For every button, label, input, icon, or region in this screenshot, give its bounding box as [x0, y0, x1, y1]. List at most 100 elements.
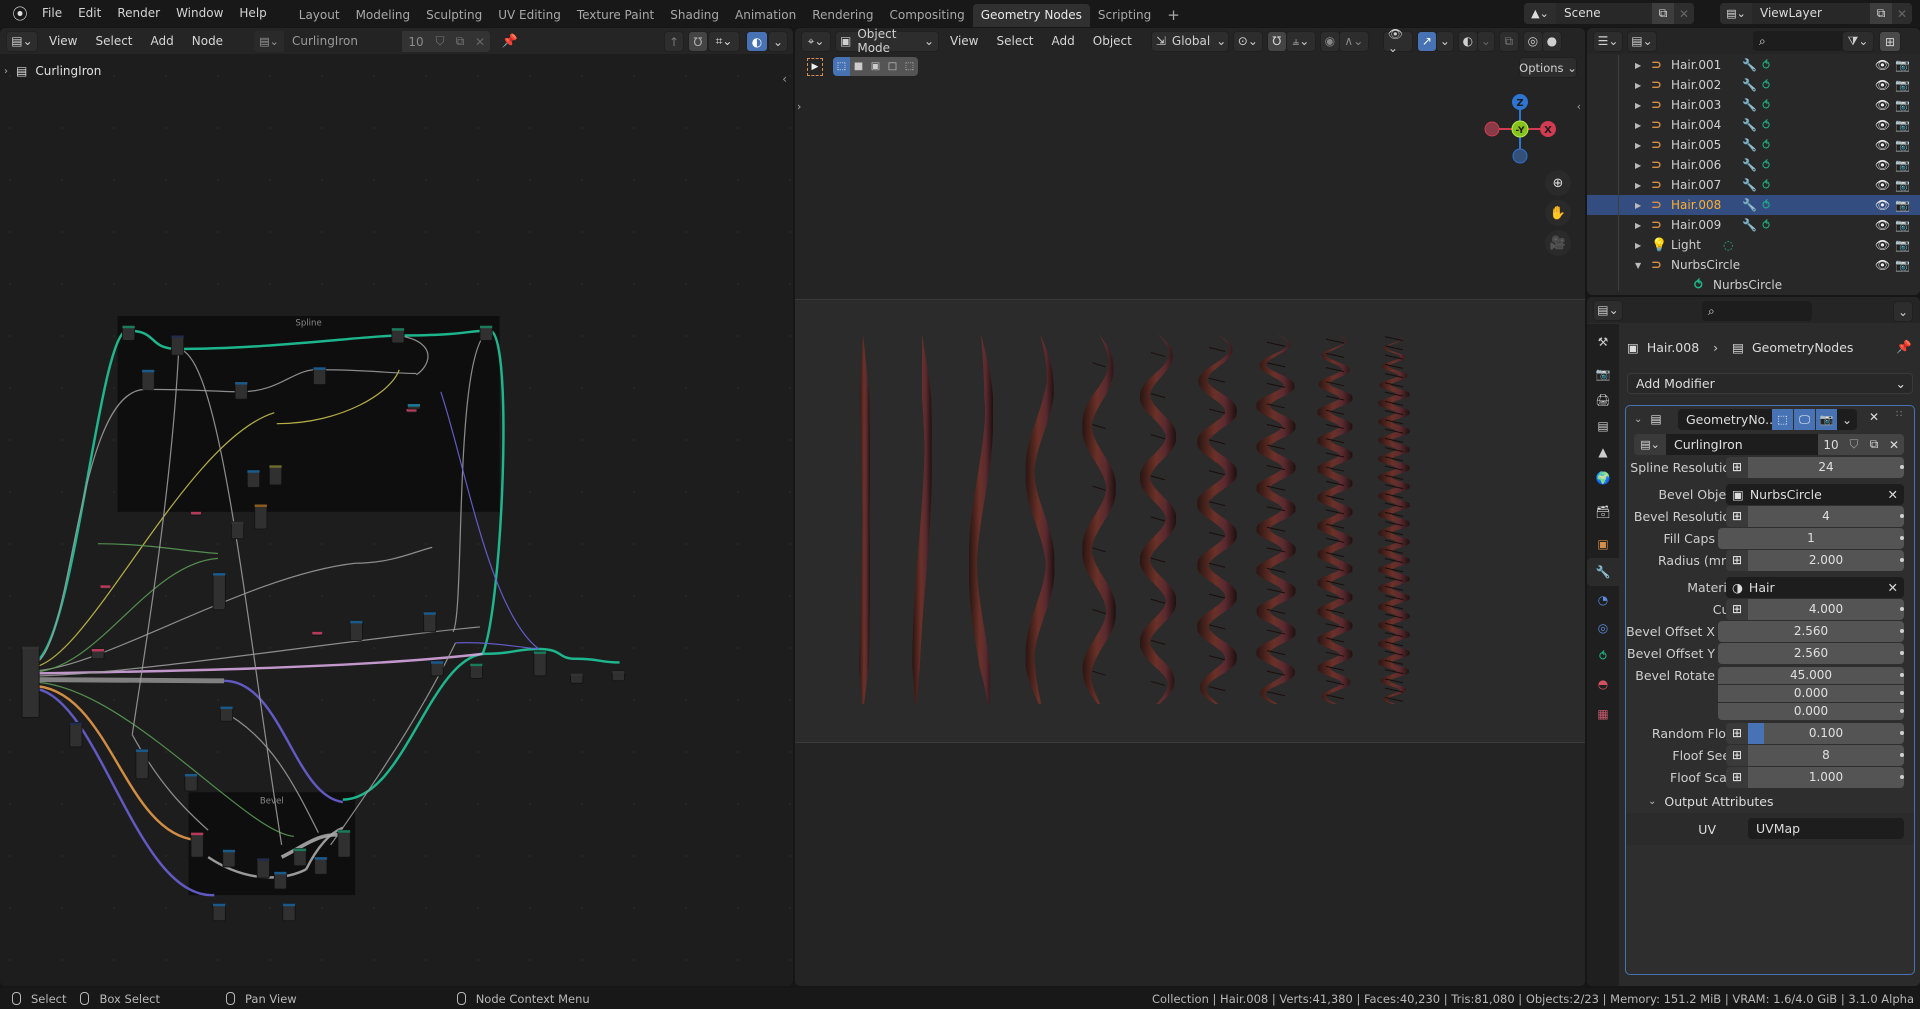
node-header[interactable]	[257, 858, 270, 861]
modifier-icon[interactable]: 🔧	[1742, 178, 1757, 192]
render-camera-icon[interactable]: 📷	[1895, 158, 1910, 172]
tab-compositing[interactable]: Compositing	[881, 4, 972, 27]
uv-attribute-input[interactable]: UVMap	[1748, 818, 1904, 839]
outliner-item[interactable]: ▶ ⊃ Hair.005 🔧 ⥀ 👁 📷	[1587, 135, 1920, 155]
clear-icon[interactable]: ✕	[1888, 580, 1898, 595]
tab-rendering[interactable]: Rendering	[804, 4, 881, 27]
material-field[interactable]: ◑ Hair ✕	[1726, 576, 1904, 598]
node-link[interactable]	[97, 543, 219, 555]
outliner-item[interactable]: ▶ ⊃ Hair.009 🔧 ⥀ 👁 📷	[1587, 215, 1920, 235]
expand-arrow-icon[interactable]: ▶	[1635, 101, 1641, 110]
node-header[interactable]	[220, 706, 233, 710]
node-header[interactable]	[274, 871, 287, 875]
keyframe-dot-icon[interactable]	[1900, 607, 1904, 611]
node-tree-icon[interactable]: ▤⌄	[254, 31, 284, 52]
render-camera-icon[interactable]: 📷	[1895, 58, 1910, 72]
select-intersect-icon[interactable]: ⬚	[901, 57, 918, 76]
unlink-icon[interactable]: ✕	[470, 31, 490, 52]
viewport-menu-object[interactable]: Object	[1086, 34, 1139, 48]
tab-collection-icon[interactable]: 🗃	[1587, 498, 1619, 526]
overlay-dropdown[interactable]: ⌄	[768, 31, 788, 52]
tool-select-icon[interactable]: ▶	[807, 58, 823, 76]
outliner-item-name[interactable]: Light	[1671, 238, 1701, 252]
hair-strand[interactable]	[1197, 334, 1237, 704]
tab-sculpting[interactable]: Sculpting	[418, 4, 490, 27]
node-group-name[interactable]: CurlingIron	[1666, 434, 1818, 455]
modifier-icon[interactable]: 🔧	[1742, 198, 1757, 212]
node[interactable]	[234, 381, 248, 400]
outliner-item[interactable]: ▼ ⊃ NurbsCircle 👁 📷	[1587, 255, 1920, 275]
node-header[interactable]	[314, 857, 327, 860]
input-attribute-toggle[interactable]: ⊞	[1726, 766, 1748, 788]
hair-strand[interactable]	[859, 334, 870, 704]
curve-data-icon[interactable]: ⥀	[1762, 198, 1770, 212]
outliner-item[interactable]: ▶ ⊃ Hair.003 🔧 ⥀ 👁 📷	[1587, 95, 1920, 115]
remove-modifier-icon[interactable]: ✕	[1869, 410, 1879, 424]
outliner-item-name[interactable]: Hair.002	[1671, 78, 1721, 92]
shading-solid[interactable]: ●	[1541, 30, 1562, 52]
value-field[interactable]: 0.000	[1718, 684, 1904, 702]
node-header[interactable]	[142, 369, 155, 373]
display-mode-dropdown[interactable]: ▤⌄	[1627, 30, 1657, 52]
tab-uv-editing[interactable]: UV Editing	[490, 4, 569, 27]
node-header[interactable]	[222, 849, 236, 853]
hair-strand[interactable]	[1317, 334, 1353, 704]
editor-type-button[interactable]: ☰⌄	[1593, 30, 1623, 52]
duplicate-icon[interactable]: ⧉	[1864, 434, 1884, 455]
select-invert-icon[interactable]: □	[884, 57, 901, 76]
value-field[interactable]: 2.560	[1718, 642, 1904, 664]
node-header[interactable]	[254, 504, 267, 507]
outliner-item[interactable]: ▶ ⊃ Hair.001 🔧 ⥀ 👁 📷	[1587, 55, 1920, 75]
node-header[interactable]	[247, 470, 260, 473]
node-header[interactable]	[231, 521, 244, 525]
expand-arrow-icon[interactable]: ▶	[1635, 221, 1641, 230]
value-field[interactable]: 8	[1748, 744, 1904, 766]
node-header[interactable]	[312, 631, 323, 635]
collapse-icon[interactable]: ⌄	[1634, 414, 1642, 425]
filter-dropdown[interactable]: ⧩⌄	[1842, 31, 1874, 52]
node[interactable]	[69, 722, 83, 748]
properties-editor[interactable]: ▤⌄ ⌕ ⌄ ⚒ 📷 🖨 ▤ ▲ 🌍 🗃 ▣ 🔧 ◔ ◎ ⥀ ◓ ▦ ▣ Hai…	[1587, 297, 1920, 986]
hair-strand[interactable]	[1082, 334, 1116, 704]
render-camera-icon[interactable]: 📷	[1895, 198, 1910, 212]
outliner-item[interactable]: ▶ ⊃ Hair.006 🔧 ⥀ 👁 📷	[1587, 155, 1920, 175]
add-modifier-dropdown[interactable]: Add Modifier ⌄	[1627, 373, 1913, 394]
node-menu-select[interactable]: Select	[88, 34, 139, 48]
tab-shading[interactable]: Shading	[662, 4, 727, 27]
tab-object-icon[interactable]: ▣	[1587, 530, 1619, 558]
curve-data-icon[interactable]: ⥀	[1762, 58, 1770, 72]
node[interactable]	[268, 464, 283, 486]
snap-toggle[interactable]: ℧	[688, 31, 708, 52]
visibility-dropdown[interactable]: 👁⌄	[1382, 28, 1413, 55]
properties-options-dropdown[interactable]: ⌄	[1893, 301, 1913, 322]
proportional-edit-toggle[interactable]: ◉	[1319, 30, 1340, 52]
node[interactable]	[222, 849, 236, 868]
edit-mode-toggle[interactable]: ⬚	[1772, 409, 1793, 430]
tab-animation[interactable]: Animation	[727, 4, 804, 27]
node-header[interactable]	[480, 325, 493, 329]
zoom-view-icon[interactable]: ⊕	[1545, 170, 1571, 196]
curve-data-icon[interactable]: ⥀	[1762, 138, 1770, 152]
node-graph[interactable]: Spline Bevel	[0, 56, 793, 986]
viewport-menu-add[interactable]: Add	[1045, 34, 1082, 48]
parent-node-tree-button[interactable]: ↑	[664, 31, 684, 52]
viewport-menu-view[interactable]: View	[943, 34, 985, 48]
input-attribute-toggle[interactable]: ⊞	[1726, 549, 1748, 571]
editor-type-button[interactable]: ⌖⌄	[801, 30, 831, 52]
toolbar-expand-icon[interactable]: ›	[797, 100, 801, 113]
menu-file[interactable]: File	[34, 0, 70, 27]
modifier-icon[interactable]: 🔧	[1742, 98, 1757, 112]
node[interactable]	[533, 651, 547, 677]
node[interactable]	[135, 748, 149, 780]
outliner-item-name[interactable]: Hair.003	[1671, 98, 1721, 112]
menu-render[interactable]: Render	[109, 0, 168, 27]
visibility-eye-icon[interactable]: 👁	[1875, 158, 1890, 172]
node[interactable]	[314, 856, 328, 875]
xray-toggle[interactable]: ⧉	[1498, 30, 1519, 52]
collapse-arrow-icon[interactable]: ▼	[1635, 261, 1641, 270]
outliner-item-name[interactable]: Hair.007	[1671, 178, 1721, 192]
node-tree-icon[interactable]: ▤⌄	[1634, 434, 1666, 455]
outliner-item[interactable]: ▶ ⊃ Hair.007 🔧 ⥀ 👁 📷	[1587, 175, 1920, 195]
visibility-eye-icon[interactable]: 👁	[1875, 98, 1890, 112]
modifier-icon[interactable]: 🔧	[1742, 118, 1757, 132]
